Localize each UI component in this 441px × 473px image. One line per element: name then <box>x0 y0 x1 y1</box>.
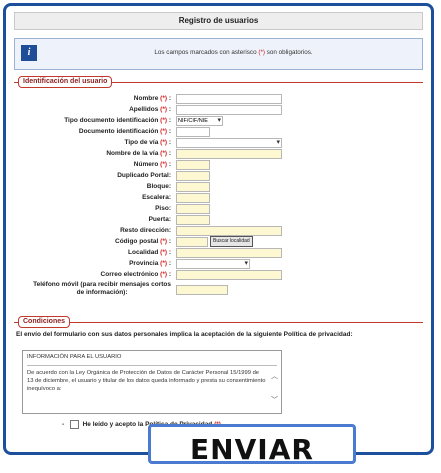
accept-privacy-checkbox[interactable] <box>69 420 79 429</box>
provincia-select[interactable]: ▾ <box>176 259 250 269</box>
label-escalera: Escalera: <box>142 194 171 201</box>
puerta-input[interactable] <box>176 215 210 225</box>
localidad-input[interactable] <box>176 248 282 258</box>
row-resto: Resto dirección: <box>8 226 431 236</box>
row-cp: Código postal (*) : Buscar localidad <box>8 236 431 247</box>
row-movil: Teléfono móvil (para recibir mensajes co… <box>8 281 431 301</box>
numero-input[interactable] <box>176 160 210 170</box>
tipo-via-select[interactable]: ▾ <box>176 138 282 148</box>
correo-input[interactable] <box>176 270 282 280</box>
privacy-box-body: De acuerdo con la Ley Orgánica de Protec… <box>27 370 266 392</box>
label-localidad: Localidad (*) : <box>128 249 171 256</box>
label-duplicado: Duplicado Portal: <box>117 172 171 179</box>
dash-mark: - <box>62 421 65 429</box>
row-bloque: Bloque: <box>8 182 431 192</box>
notice-panel: i Los campos marcados con asterisco (*) … <box>14 38 423 70</box>
label-piso: Piso: <box>155 205 171 212</box>
resto-input[interactable] <box>176 226 282 236</box>
label-tipo-via: Tipo de vía (*) : <box>124 139 172 146</box>
label-tipo-doc: Tipo documento identificación (*) : <box>64 117 171 124</box>
privacy-box-title: INFORMACIÓN PARA EL USUARIO <box>27 354 122 360</box>
privacy-scrollbar[interactable]: ︿ ﹀ <box>271 353 279 411</box>
label-cp: Código postal (*) : <box>115 238 171 245</box>
row-nombre-via: Nombre de la vía (*) : <box>8 149 431 159</box>
piso-input[interactable] <box>176 204 210 214</box>
info-icon: i <box>21 45 37 61</box>
row-apellidos: Apellidos (*) : <box>8 105 431 115</box>
chevron-up-icon[interactable]: ︿ <box>271 371 278 381</box>
bloque-input[interactable] <box>176 182 210 192</box>
privacy-policy-box[interactable]: INFORMACIÓN PARA EL USUARIO De acuerdo c… <box>22 350 282 414</box>
row-localidad: Localidad (*) : <box>8 248 431 258</box>
row-tipo-doc: Tipo documento identificación (*) : NIF/… <box>8 116 431 126</box>
nombre-input[interactable] <box>176 94 282 104</box>
label-doc-id: Documento identificación (*) : <box>78 128 171 135</box>
submit-button[interactable]: ENVIAR <box>148 424 356 466</box>
row-piso: Piso: <box>8 204 431 214</box>
buscar-localidad-button[interactable]: Buscar localidad <box>210 236 253 247</box>
chevron-down-icon: ▾ <box>276 139 280 146</box>
label-correo: Correo electrónico (*) : <box>100 271 171 278</box>
label-apellidos: Apellidos (*) : <box>129 106 171 113</box>
doc-id-input[interactable] <box>176 127 210 137</box>
row-duplicado: Duplicado Portal: <box>8 171 431 181</box>
row-provincia: Provincia (*) : ▾ <box>8 259 431 269</box>
movil-input[interactable] <box>176 285 228 295</box>
section-divider <box>14 322 423 323</box>
section-conditions: Condiciones <box>18 316 71 328</box>
label-nombre-via: Nombre de la vía (*) : <box>106 150 171 157</box>
row-correo: Correo electrónico (*) : <box>8 270 431 280</box>
notice-text: Los campos marcados con asterisco (*) so… <box>154 49 313 56</box>
row-nombre: Nombre (*) : <box>8 94 431 104</box>
row-numero: Número (*) : <box>8 160 431 170</box>
label-resto: Resto dirección: <box>120 227 171 234</box>
page-frame: Registro de usuarios i Los campos marcad… <box>3 3 434 455</box>
asterisk-mark: (*) <box>258 49 265 56</box>
duplicado-input[interactable] <box>176 171 210 181</box>
label-movil: Teléfono móvil (para recibir mensajes co… <box>33 281 171 296</box>
label-nombre: Nombre (*) : <box>133 95 171 102</box>
row-puerta: Puerta: <box>8 215 431 225</box>
privacy-box-divider <box>27 365 277 366</box>
cp-input[interactable] <box>176 237 208 247</box>
privacy-statement: El envío del formulario con sus datos pe… <box>16 331 353 338</box>
apellidos-input[interactable] <box>176 105 282 115</box>
page-title: Registro de usuarios <box>14 12 423 30</box>
nombre-via-input[interactable] <box>176 149 282 159</box>
label-puerta: Puerta: <box>148 216 171 223</box>
row-tipo-via: Tipo de vía (*) : ▾ <box>8 138 431 148</box>
escalera-input[interactable] <box>176 193 210 203</box>
label-bloque: Bloque: <box>146 183 171 190</box>
row-escalera: Escalera: <box>8 193 431 203</box>
label-numero: Número (*) : <box>133 161 171 168</box>
row-doc-id: Documento identificación (*) : <box>8 127 431 137</box>
section-user-identification: Identificación del usuario <box>18 76 113 88</box>
chevron-down-icon[interactable]: ﹀ <box>271 395 278 405</box>
chevron-down-icon: ▾ <box>244 260 248 267</box>
label-provincia: Provincia (*) : <box>129 260 171 267</box>
tipo-doc-select[interactable]: NIF/CIF/NIE ▾ <box>176 116 223 126</box>
chevron-down-icon: ▾ <box>217 117 221 124</box>
